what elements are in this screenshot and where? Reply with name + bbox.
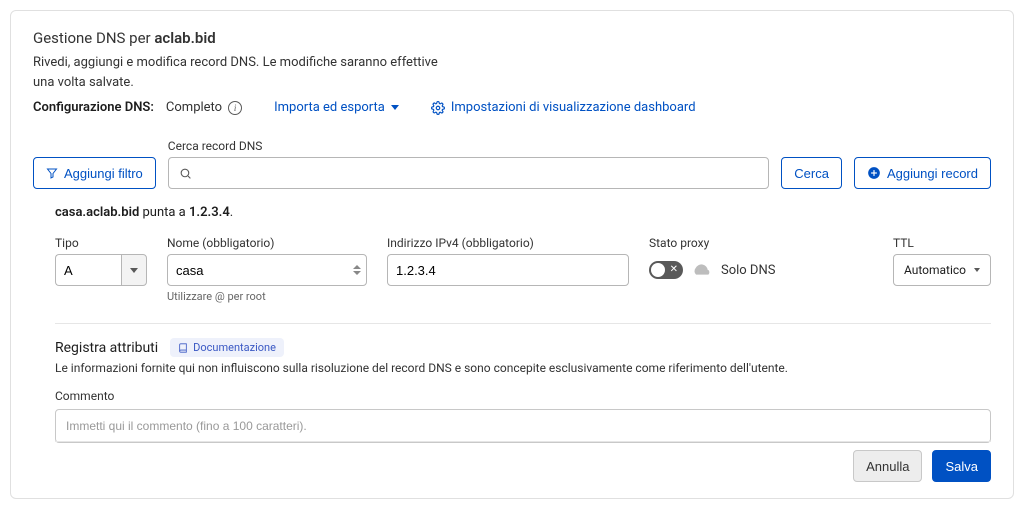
dashboard-settings-link[interactable]: Impostazioni di visualizzazione dashboar… [431, 100, 696, 115]
config-label: Configurazione DNS: [33, 100, 154, 115]
stepper-up-icon [353, 265, 361, 269]
plus-circle-icon [867, 166, 881, 180]
proxy-label: Stato proxy [649, 236, 809, 250]
title-domain: aclab.bid [154, 29, 215, 47]
record-form-row: Tipo Nome (obbligatorio) Utilizzare @ pe… [55, 236, 991, 303]
search-input-wrap[interactable] [168, 157, 769, 189]
name-hint: Utilizzare @ per root [167, 290, 367, 303]
info-icon[interactable]: i [228, 101, 242, 115]
attributes-title: Registra attributi [55, 340, 158, 356]
name-label: Nome (obbligatorio) [167, 236, 367, 250]
record-attributes: Registra attributi Documentazione Le inf… [55, 338, 991, 443]
divider [55, 441, 991, 442]
search-label: Cerca record DNS [168, 139, 769, 153]
ttl-value: Automatico [904, 263, 966, 277]
name-field: Nome (obbligatorio) Utilizzare @ per roo… [167, 236, 367, 303]
ttl-label: TTL [893, 236, 991, 250]
attributes-description: Le informazioni fornite qui non influisc… [55, 361, 991, 375]
toggle-knob [651, 263, 665, 277]
ipv4-input[interactable] [387, 254, 629, 286]
proxy-text: Solo DNS [721, 263, 775, 278]
caret-down-icon [130, 268, 138, 273]
name-stepper[interactable] [348, 255, 366, 285]
filter-icon [46, 167, 58, 179]
toolbar: Aggiungi filtro Cerca record DNS Cerca A… [33, 139, 991, 189]
ipv4-field: Indirizzo IPv4 (obbligatorio) [387, 236, 629, 286]
add-record-button[interactable]: Aggiungi record [854, 157, 991, 189]
documentation-label: Documentazione [193, 341, 276, 354]
ttl-field: TTL Automatico [893, 236, 991, 286]
title-prefix: Gestione DNS per [33, 29, 154, 47]
type-field: Tipo [55, 236, 147, 286]
search-button[interactable]: Cerca [781, 157, 842, 189]
cloud-icon [691, 262, 713, 278]
type-select[interactable] [55, 254, 147, 286]
import-export-link[interactable]: Importa ed esporta [274, 100, 399, 115]
cancel-label: Annulla [866, 459, 909, 474]
type-dropdown-button[interactable] [121, 254, 147, 286]
dns-management-panel: Gestione DNS per aclab.bid Rivedi, aggiu… [10, 10, 1014, 499]
ipv4-label: Indirizzo IPv4 (obbligatorio) [387, 236, 629, 250]
comment-input[interactable] [55, 409, 991, 443]
toggle-off-icon: ✕ [670, 263, 678, 277]
import-export-label: Importa ed esporta [274, 100, 385, 115]
search-group: Cerca record DNS [168, 139, 769, 189]
search-button-label: Cerca [794, 166, 829, 181]
config-row: Configurazione DNS: Completo i Importa e… [33, 100, 991, 115]
page-subtitle: Rivedi, aggiungi e modifica record DNS. … [33, 53, 453, 92]
search-icon [179, 167, 193, 180]
record-summary: casa.aclab.bid punta a 1.2.3.4. [55, 205, 991, 220]
caret-down-icon [974, 268, 980, 272]
add-filter-button[interactable]: Aggiungi filtro [33, 157, 156, 189]
cancel-button[interactable]: Annulla [853, 450, 922, 482]
summary-target: 1.2.3.4 [189, 205, 230, 220]
config-value: Completo [166, 100, 222, 115]
book-icon [178, 343, 188, 353]
stepper-down-icon [353, 271, 361, 275]
comment-label: Commento [55, 389, 991, 403]
type-label: Tipo [55, 236, 147, 250]
search-input[interactable] [193, 166, 758, 181]
summary-middle: punta a [139, 205, 189, 220]
type-value[interactable] [55, 254, 121, 286]
save-label: Salva [945, 459, 978, 474]
save-button[interactable]: Salva [932, 450, 991, 482]
dashboard-settings-label: Impostazioni di visualizzazione dashboar… [451, 100, 696, 115]
ttl-select[interactable]: Automatico [893, 254, 991, 286]
caret-down-icon [391, 105, 399, 110]
footer-actions: Annulla Salva [853, 450, 991, 482]
add-filter-label: Aggiungi filtro [64, 166, 143, 181]
summary-host: casa.aclab.bid [55, 205, 139, 220]
name-input[interactable] [167, 254, 367, 286]
summary-suffix: . [230, 205, 233, 220]
gear-icon [431, 101, 445, 115]
proxy-field: Stato proxy ✕ Solo DNS [649, 236, 809, 286]
proxy-toggle[interactable]: ✕ [649, 261, 683, 279]
add-record-label: Aggiungi record [887, 166, 978, 181]
documentation-badge[interactable]: Documentazione [170, 338, 284, 357]
divider [55, 323, 991, 324]
page-title: Gestione DNS per aclab.bid [33, 29, 991, 47]
